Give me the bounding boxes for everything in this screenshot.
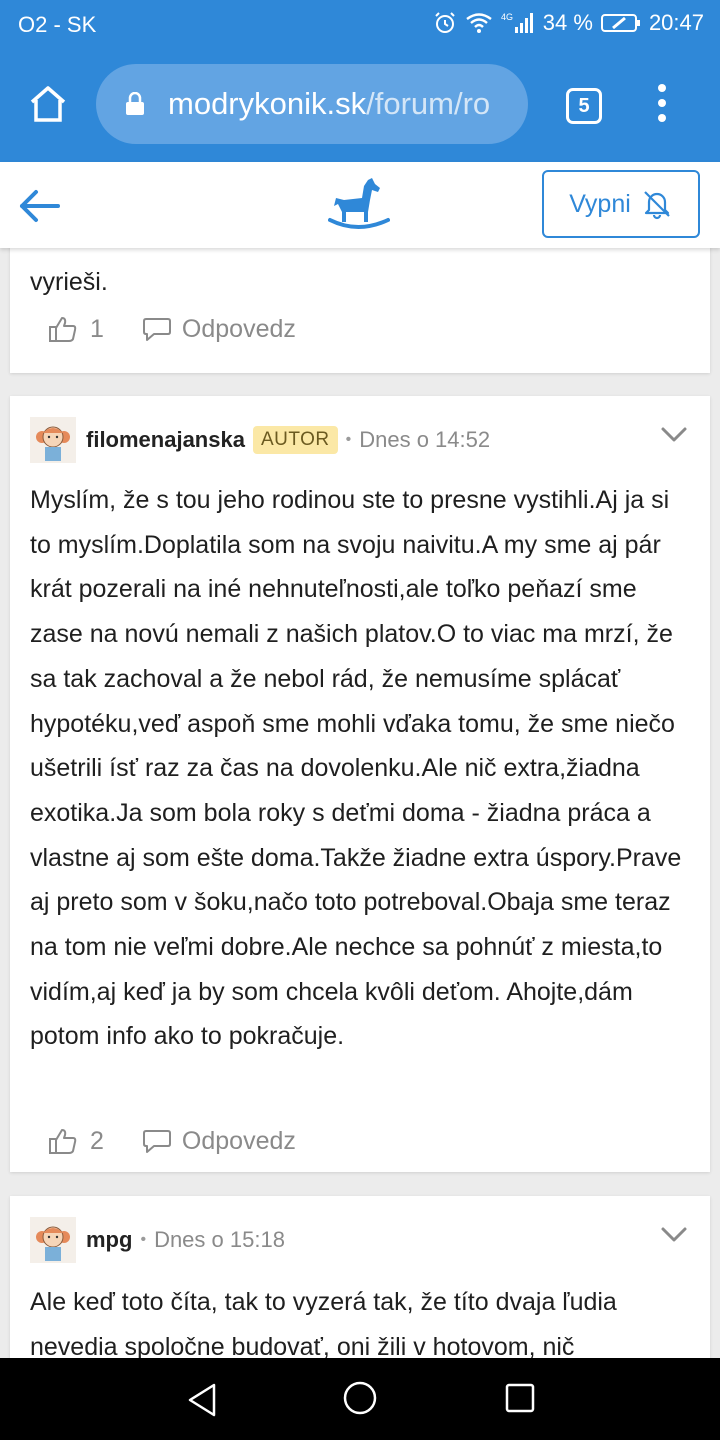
nav-recents-icon[interactable] [504,1382,536,1414]
post-actions: 2 Odpovedz [48,1126,296,1156]
thumbs-up-icon [49,317,77,342]
mute-notifications-button[interactable]: Vypni [542,170,700,238]
post-time: Dnes o 15:18 [154,1227,285,1252]
battery-percent: 34 % [542,10,593,35]
clock: 20:47 [648,10,704,35]
separator-dot: • [345,431,352,448]
status-bar: O2 - SK 4G 34 % 20:47 [0,0,720,50]
thumbs-up-icon [49,1129,77,1154]
post-text: vyrieši. [30,268,108,296]
nav-home-icon[interactable] [342,1380,378,1416]
tab-switcher-button[interactable]: 5 [566,88,602,124]
post-text: Myslím, že s tou jeho rodinou ste to pre… [30,486,682,1051]
nav-back-icon[interactable] [186,1382,218,1418]
username[interactable]: filomenajanska [86,427,245,453]
url-text: modrykonik.sk/forum/ro [168,86,512,122]
battery-icon [600,14,640,32]
url-domain: modrykonik.sk [168,86,367,121]
signal-icon: 4G [501,12,533,33]
svg-text:4G: 4G [501,12,513,22]
avatar[interactable] [30,417,76,463]
home-icon[interactable] [24,80,72,128]
post-time: Dnes o 14:52 [359,427,491,452]
app-header: Vypni [0,162,720,248]
comment-icon [142,318,171,341]
lock-icon [126,92,144,115]
chevron-down-icon[interactable] [660,1226,688,1244]
reply-button[interactable]: Odpovedz [142,315,296,344]
post-list: vyrieši. 1 Odpovedz filomenajanska AUTOR… [0,248,720,1358]
like-count: 2 [90,1126,104,1155]
reply-label: Odpovedz [181,314,296,343]
separator-dot: • [140,1231,147,1248]
chevron-down-icon[interactable] [660,426,688,444]
carrier-label: O2 - SK [18,12,97,37]
post-text: Ale keď toto číta, tak to vyzerá tak, že… [30,1288,617,1358]
overflow-menu-icon[interactable] [650,84,674,128]
post-card: filomenajanska AUTOR • Dnes o 14:52 Mysl… [10,396,710,1172]
wifi-icon [466,13,492,33]
back-arrow-icon[interactable] [16,182,64,230]
post-actions: 1 Odpovedz [48,314,296,344]
address-bar-row: modrykonik.sk/forum/ro 5 [0,62,720,146]
rocking-horse-logo[interactable] [328,176,390,234]
reply-label: Odpovedz [181,1126,296,1155]
comment-icon [142,1130,171,1153]
reply-button[interactable]: Odpovedz [142,1127,296,1156]
like-button[interactable]: 1 [48,314,104,344]
vypni-label: Vypni [569,189,631,218]
browser-chrome: O2 - SK 4G 34 % 20:47 modrykonik.sk/foru… [0,0,720,162]
url-path: /forum/ro [366,86,491,121]
like-button[interactable]: 2 [48,1126,104,1156]
status-icons: 4G 34 % 20:47 [433,10,704,36]
post-card: vyrieši. 1 Odpovedz [10,248,710,373]
like-count: 1 [90,314,104,343]
username[interactable]: mpg [86,1227,132,1253]
author-badge: AUTOR [252,426,338,454]
alarm-icon [435,12,455,33]
avatar[interactable] [30,1217,76,1263]
system-nav-bar [0,1358,720,1440]
post-header: filomenajanska AUTOR • Dnes o 14:52 [30,416,690,464]
post-card: mpg • Dnes o 15:18 Ale keď toto číta, ta… [10,1196,710,1358]
post-header: mpg • Dnes o 15:18 [30,1216,690,1264]
url-field[interactable]: modrykonik.sk/forum/ro [96,64,528,144]
bell-off-icon [644,191,670,220]
